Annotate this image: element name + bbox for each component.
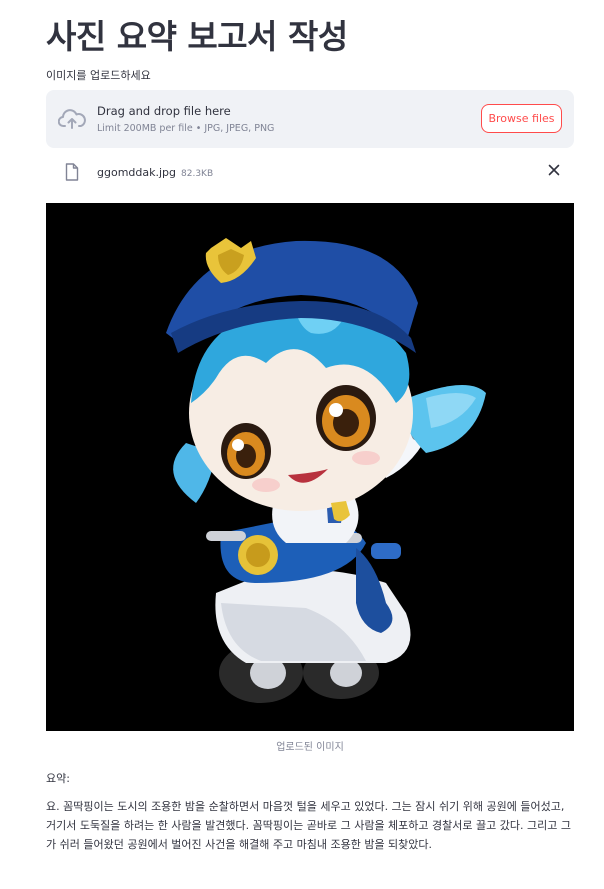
- file-limit-text: Limit 200MB per file • JPG, JPEG, PNG: [97, 123, 275, 134]
- uploader-label: 이미지를 업로드하세요: [46, 69, 151, 82]
- summary-label: 요약:: [46, 772, 70, 785]
- file-dropzone[interactable]: Drag and drop file here Limit 200MB per …: [46, 90, 574, 148]
- file-name: ggomddak.jpg 82.3KB: [97, 166, 213, 179]
- dropzone-instructions: Drag and drop file here Limit 200MB per …: [97, 104, 274, 134]
- uploaded-file-row: ggomddak.jpg 82.3KB: [46, 160, 574, 186]
- police-character-illustration: [166, 238, 486, 703]
- image-caption: 업로드된 이미지: [276, 742, 344, 753]
- drag-drop-text: Drag and drop file here: [97, 104, 231, 118]
- summary-text: 요. 꼼딱핑이는 도시의 조용한 밤을 순찰하면서 마음껏 털을 세우고 있었다…: [46, 800, 571, 851]
- close-icon[interactable]: [548, 164, 560, 176]
- uploaded-image: [46, 203, 574, 731]
- file-size: 82.3KB: [181, 169, 214, 179]
- file-icon: [65, 163, 79, 181]
- cloud-upload-icon: [58, 109, 86, 129]
- browse-files-button[interactable]: Browse files: [481, 104, 562, 133]
- page-title: 사진 요약 보고서 작성: [46, 17, 348, 56]
- file-name-text: ggomddak.jpg: [97, 166, 177, 179]
